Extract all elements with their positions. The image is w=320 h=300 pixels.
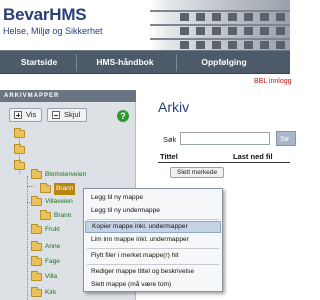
tree-label: Kirk	[45, 289, 57, 296]
folder-icon	[14, 144, 25, 154]
tree-label: Villa	[45, 273, 58, 280]
tree-item-anne[interactable]: Anne	[31, 241, 91, 253]
folder-icon	[40, 183, 51, 193]
help-icon[interactable]: ?	[117, 110, 129, 122]
tree-label: Frukt	[45, 226, 60, 233]
page-title: Arkiv	[158, 99, 190, 115]
folder-icon	[40, 210, 51, 220]
tree-label-selected: Brann	[54, 183, 76, 195]
tree-folder-row[interactable]	[14, 144, 34, 156]
hide-button[interactable]: Skjul	[47, 108, 87, 122]
sidebar-title: ARKIVMAPPER	[0, 90, 136, 102]
tree-item-fage[interactable]: Fage	[31, 256, 91, 268]
archive-table-header: Tittel Last ned fil	[158, 152, 290, 163]
nav-startside[interactable]: Startside	[8, 51, 70, 74]
folder-icon	[14, 160, 25, 170]
nav-gap	[0, 74, 290, 80]
folder-icon	[31, 271, 42, 281]
folder-icon	[31, 256, 42, 266]
folder-icon	[31, 169, 42, 179]
tree-label: Villaveien	[45, 198, 73, 205]
search-label: Søk	[163, 135, 177, 144]
menu-add-subfolder[interactable]: Legg til ny undermappe	[85, 205, 221, 217]
brand-title[interactable]: BevarHMS	[3, 5, 87, 25]
folder-icon	[31, 224, 42, 234]
tree-label: Blomsterveien	[45, 171, 87, 178]
header-building-image	[150, 0, 290, 50]
folder-icon	[31, 196, 42, 206]
tree-folder-row[interactable]	[14, 128, 34, 140]
tree-item-blomsterveien[interactable]: Blomsterveien	[31, 169, 131, 181]
delete-selected-button[interactable]: Slett merkede	[170, 167, 225, 178]
nav-hms-handbok[interactable]: HMS-håndbok	[82, 51, 168, 74]
tree-label: Brann	[54, 212, 72, 219]
hide-button-label: Skjul	[64, 110, 81, 119]
column-title: Tittel	[160, 152, 178, 161]
brand-subtitle: Helse, Miljø og Sikkerhet	[3, 26, 103, 36]
column-download: Last ned fil	[233, 152, 273, 161]
tree-item-frukt[interactable]: Frukt	[31, 224, 91, 236]
tree-label: Fage	[45, 258, 60, 265]
menu-edit-folder[interactable]: Rediger mappe tittel og beskrivelse	[85, 266, 221, 278]
folder-icon	[31, 241, 42, 251]
search-input[interactable]	[180, 132, 270, 145]
main-nav: Startside HMS-håndbok Oppfølging	[0, 50, 290, 74]
menu-add-folder[interactable]: Legg til ny mappe	[85, 192, 221, 204]
folder-icon	[31, 287, 42, 297]
folder-icon	[14, 128, 25, 138]
minus-icon	[52, 111, 60, 119]
plus-icon	[14, 111, 22, 119]
search-button[interactable]: Sø	[276, 131, 296, 146]
menu-copy-folder[interactable]: Kopier mappe inkl. undermapper	[85, 221, 221, 233]
context-menu: Legg til ny mappe Legg til ny undermappe…	[83, 188, 223, 292]
show-button-label: Vis	[26, 110, 37, 119]
nav-oppfolging[interactable]: Oppfølging	[184, 51, 264, 74]
tree-label: Anne	[45, 243, 61, 250]
header: BevarHMS Helse, Miljø og Sikkerhet	[0, 0, 290, 50]
show-button[interactable]: Vis	[9, 108, 42, 122]
menu-move-files[interactable]: Flytt filer i merket mappe(r) hit	[85, 250, 221, 262]
menu-paste-folder[interactable]: Lim inn mappe inkl. undermapper	[85, 234, 221, 246]
login-alert[interactable]: BBL innlogg	[254, 78, 292, 85]
menu-delete-folder[interactable]: Slett mappe (må være tom)	[85, 279, 221, 291]
tree-item-villa[interactable]: Villa	[31, 271, 91, 283]
tree-item-kirk[interactable]: Kirk	[31, 287, 91, 299]
